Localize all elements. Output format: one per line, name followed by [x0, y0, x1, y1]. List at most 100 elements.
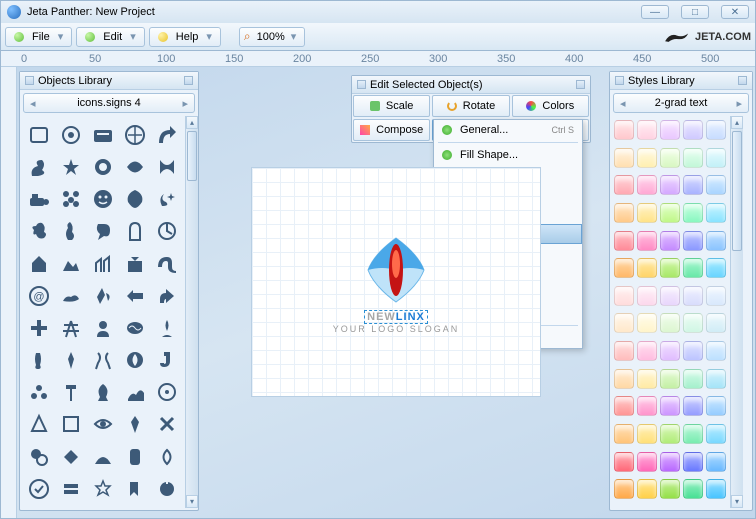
style-swatch[interactable] — [637, 452, 657, 472]
menu-fill-shape[interactable]: Fill Shape... — [434, 145, 582, 165]
scroll-up-button[interactable]: ▴ — [731, 116, 743, 129]
library-icon[interactable] — [120, 184, 150, 214]
library-icon[interactable] — [24, 474, 54, 504]
library-icon[interactable] — [120, 249, 150, 279]
library-icon[interactable] — [56, 281, 86, 311]
logo-slogan[interactable]: YOUR LOGO SLOGAN — [333, 324, 460, 334]
style-swatch[interactable] — [637, 175, 657, 195]
style-swatch[interactable] — [706, 286, 726, 306]
library-icon[interactable] — [24, 216, 54, 246]
style-swatch[interactable] — [683, 341, 703, 361]
style-swatch[interactable] — [660, 148, 680, 168]
style-swatch[interactable] — [660, 175, 680, 195]
style-swatch[interactable] — [683, 286, 703, 306]
library-icon[interactable] — [120, 313, 150, 343]
library-icon[interactable] — [152, 120, 182, 150]
style-swatch[interactable] — [614, 424, 634, 444]
style-swatch[interactable] — [614, 452, 634, 472]
library-icon[interactable] — [24, 409, 54, 439]
library-icon[interactable] — [152, 216, 182, 246]
file-menu[interactable]: File▾ — [5, 27, 72, 47]
style-swatch[interactable] — [683, 479, 703, 499]
style-swatch[interactable] — [683, 231, 703, 251]
scrollbar[interactable]: ▴ ▾ — [185, 116, 198, 508]
edit-menu[interactable]: Edit▾ — [76, 27, 145, 47]
library-icon[interactable] — [152, 249, 182, 279]
style-swatch[interactable] — [706, 120, 726, 140]
library-icon[interactable] — [152, 409, 182, 439]
library-icon[interactable] — [24, 313, 54, 343]
close-button[interactable]: ✕ — [721, 5, 749, 19]
library-icon[interactable] — [120, 474, 150, 504]
collapse-icon[interactable] — [25, 76, 34, 85]
style-swatch[interactable] — [637, 479, 657, 499]
library-icon[interactable] — [152, 152, 182, 182]
objects-category-dropdown[interactable]: ◂icons.signs 4▸ — [23, 93, 195, 113]
library-icon[interactable] — [56, 216, 86, 246]
style-swatch[interactable] — [706, 452, 726, 472]
style-swatch[interactable] — [706, 341, 726, 361]
library-icon[interactable] — [24, 152, 54, 182]
styles-category-dropdown[interactable]: ◂2-grad text▸ — [613, 93, 749, 113]
library-icon[interactable] — [56, 313, 86, 343]
style-swatch[interactable] — [660, 286, 680, 306]
style-swatch[interactable] — [637, 258, 657, 278]
style-swatch[interactable] — [706, 175, 726, 195]
scroll-thumb[interactable] — [187, 131, 197, 181]
style-swatch[interactable] — [683, 175, 703, 195]
style-swatch[interactable] — [706, 258, 726, 278]
minimize-button[interactable]: — — [641, 5, 669, 19]
style-swatch[interactable] — [683, 396, 703, 416]
library-icon[interactable] — [24, 345, 54, 375]
style-swatch[interactable] — [660, 369, 680, 389]
library-icon[interactable] — [88, 120, 118, 150]
style-swatch[interactable] — [614, 231, 634, 251]
library-icon[interactable] — [120, 216, 150, 246]
library-icon[interactable] — [88, 249, 118, 279]
library-icon[interactable] — [152, 345, 182, 375]
library-icon[interactable] — [120, 345, 150, 375]
style-swatch[interactable] — [614, 479, 634, 499]
library-icon[interactable] — [24, 249, 54, 279]
scrollbar[interactable]: ▴ ▾ — [730, 116, 743, 508]
style-swatch[interactable] — [683, 424, 703, 444]
style-swatch[interactable] — [683, 369, 703, 389]
style-swatch[interactable] — [660, 396, 680, 416]
scroll-up-button[interactable]: ▴ — [186, 116, 198, 129]
style-swatch[interactable] — [683, 452, 703, 472]
style-swatch[interactable] — [706, 479, 726, 499]
style-swatch[interactable] — [637, 313, 657, 333]
style-swatch[interactable] — [614, 396, 634, 416]
style-swatch[interactable] — [660, 203, 680, 223]
library-icon[interactable] — [24, 120, 54, 150]
style-swatch[interactable] — [614, 175, 634, 195]
rotate-button[interactable]: Rotate — [432, 95, 509, 117]
library-icon[interactable] — [88, 281, 118, 311]
library-icon[interactable] — [152, 281, 182, 311]
style-swatch[interactable] — [660, 424, 680, 444]
style-swatch[interactable] — [683, 258, 703, 278]
style-swatch[interactable] — [614, 203, 634, 223]
style-swatch[interactable] — [683, 313, 703, 333]
colors-button[interactable]: Colors — [512, 95, 589, 117]
style-swatch[interactable] — [706, 203, 726, 223]
canvas[interactable]: NEWLINX YOUR LOGO SLOGAN — [251, 167, 541, 397]
style-swatch[interactable] — [614, 313, 634, 333]
style-swatch[interactable] — [614, 148, 634, 168]
style-swatch[interactable] — [637, 203, 657, 223]
library-icon[interactable] — [88, 442, 118, 472]
style-swatch[interactable] — [706, 396, 726, 416]
style-swatch[interactable] — [683, 203, 703, 223]
style-swatch[interactable] — [660, 452, 680, 472]
library-icon[interactable] — [88, 474, 118, 504]
style-swatch[interactable] — [660, 341, 680, 361]
library-icon[interactable] — [152, 377, 182, 407]
style-swatch[interactable] — [614, 286, 634, 306]
library-icon[interactable] — [56, 184, 86, 214]
collapse-icon[interactable] — [357, 80, 366, 89]
library-icon[interactable] — [120, 120, 150, 150]
style-swatch[interactable] — [637, 341, 657, 361]
menu-general[interactable]: General...Ctrl S — [434, 120, 582, 140]
library-icon[interactable] — [120, 281, 150, 311]
logo-text-selected[interactable]: NEWLINX — [364, 310, 428, 324]
